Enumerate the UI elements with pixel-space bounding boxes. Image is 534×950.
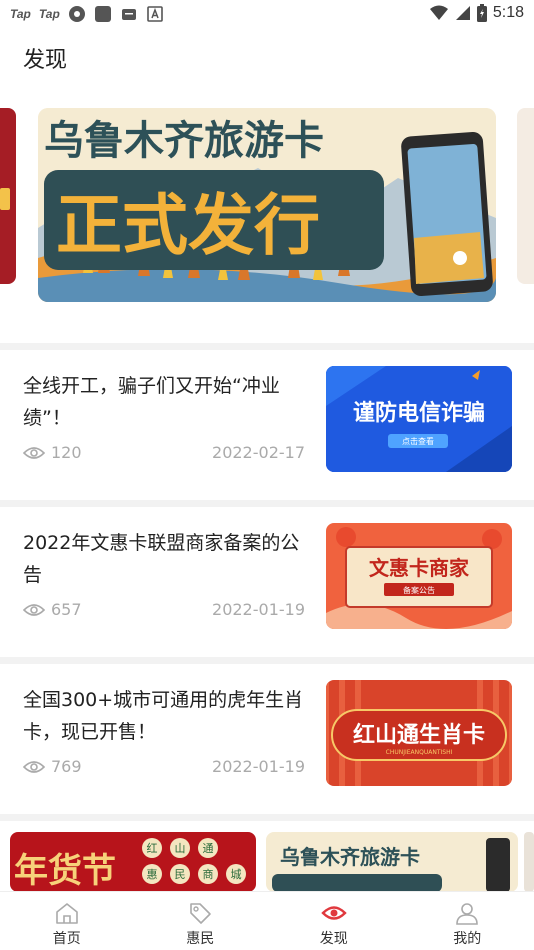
signal-icon (455, 6, 470, 20)
news-meta: 769 2022-01-19 (23, 757, 305, 779)
svg-text:山: 山 (175, 842, 186, 855)
svg-text:红: 红 (147, 842, 158, 855)
banner-artwork: 乌鲁木齐旅游卡 正式发行 (38, 108, 496, 302)
view-count: 120 (23, 443, 82, 462)
section-divider (0, 814, 534, 821)
taptap-icon: Tap (10, 7, 31, 21)
news-thumbnail[interactable]: 谨防电信诈骗 点击查看 (326, 366, 512, 472)
nav-label: 发现 (319, 931, 348, 947)
news-thumbnail[interactable]: 红山通生肖卡 CHUNJIEANQUANTISHI (326, 680, 512, 786)
news-meta: 120 2022-02-17 (23, 443, 305, 465)
tag-icon (190, 903, 212, 924)
promo-right-title: 乌鲁木齐旅游卡 (280, 845, 420, 869)
eye-icon (23, 603, 45, 616)
view-count-value: 657 (51, 600, 82, 619)
taptap-icon: Tap (38, 7, 60, 21)
thumbnail-art: 红山通生肖卡 CHUNJIEANQUANTISHI (326, 680, 512, 786)
news-item[interactable]: 全线开工，骗子们又开始“冲业绩”！ 120 2022-02-17 谨防电信诈骗 … (0, 350, 534, 500)
view-count-value: 120 (51, 443, 82, 462)
banner-title-line1: 乌鲁木齐旅游卡 (44, 118, 324, 164)
thumbnail-art: 谨防电信诈骗 点击查看 (326, 366, 512, 472)
promo-carousel[interactable]: 年货节 红 山 通 惠 民 商 城 乌鲁木齐旅游卡 (0, 830, 534, 892)
news-title[interactable]: 全国300+城市可通用的虎年生肖卡，现已开售！ (23, 684, 308, 748)
view-count: 769 (23, 757, 82, 776)
eye-icon (321, 906, 347, 920)
eye-icon (23, 760, 45, 773)
section-divider (0, 657, 534, 664)
home-icon (55, 903, 78, 924)
nav-label: 首页 (52, 931, 81, 947)
thumbnail-title: 文惠卡商家 (369, 556, 470, 580)
thumbnail-title: 谨防电信诈骗 (353, 400, 485, 426)
thumbnail-subtitle: CHUNJIEANQUANTISHI (386, 749, 453, 756)
page-title: 发现 (23, 48, 68, 73)
news-thumbnail[interactable]: 文惠卡商家 备案公告 (326, 523, 512, 629)
svg-text:城: 城 (231, 868, 242, 881)
banner-title-line2: 正式发行 (56, 187, 320, 264)
banner-carousel[interactable]: 乌鲁木齐旅游卡 正式发行 (0, 106, 534, 306)
thumbnail-art: 文惠卡商家 备案公告 (326, 523, 512, 629)
bottom-nav: 首页 惠民 发现 我的 (0, 891, 534, 950)
font-icon (146, 6, 163, 22)
nav-profile[interactable]: 我的 (401, 892, 534, 950)
news-date: 2022-01-19 (212, 757, 305, 776)
battery-icon (476, 4, 487, 22)
banner-slide[interactable]: 乌鲁木齐旅游卡 正式发行 (38, 108, 496, 302)
user-icon (456, 903, 479, 925)
svg-text:民: 民 (175, 868, 186, 881)
promo-left-title: 年货节 (14, 851, 116, 891)
promo-artwork: 年货节 红 山 通 惠 民 商 城 乌鲁木齐旅游卡 (10, 832, 534, 892)
svg-text:惠: 惠 (147, 867, 158, 881)
banner-next-peek[interactable] (517, 108, 534, 284)
svg-text:商: 商 (203, 867, 214, 881)
news-meta: 657 2022-01-19 (23, 600, 305, 622)
nav-benefits[interactable]: 惠民 (134, 892, 268, 950)
news-title[interactable]: 全线开工，骗子们又开始“冲业绩”！ (23, 370, 308, 434)
thumbnail-subtitle: 点击查看 (402, 436, 434, 446)
view-count: 657 (23, 600, 82, 619)
view-count-value: 769 (51, 757, 82, 776)
app-square-icon (94, 6, 111, 22)
mail-icon (121, 9, 136, 20)
news-item[interactable]: 2022年文惠卡联盟商家备案的公告 657 2022-01-19 文惠卡商家 备… (0, 507, 534, 657)
notification-icons: Tap Tap (10, 5, 164, 23)
nav-home[interactable]: 首页 (0, 892, 134, 950)
system-status: 5:18 (429, 4, 524, 22)
section-divider (0, 343, 534, 350)
banner-prev-peek[interactable] (0, 108, 16, 284)
news-date: 2022-02-17 (212, 443, 305, 462)
eye-icon (23, 446, 45, 459)
section-divider (0, 500, 534, 507)
news-title[interactable]: 2022年文惠卡联盟商家备案的公告 (23, 527, 308, 591)
wifi-icon (429, 5, 448, 20)
svg-text:通: 通 (203, 842, 214, 855)
news-date: 2022-01-19 (212, 600, 305, 619)
status-bar: Tap Tap 5:18 (0, 0, 534, 28)
nav-label: 我的 (453, 931, 482, 947)
nav-discover[interactable]: 发现 (267, 892, 401, 950)
aperture-icon (68, 6, 85, 22)
news-item[interactable]: 全国300+城市可通用的虎年生肖卡，现已开售！ 769 2022-01-19 红… (0, 664, 534, 814)
nav-label: 惠民 (186, 931, 215, 947)
thumbnail-title: 红山通生肖卡 (353, 722, 485, 748)
thumbnail-subtitle: 备案公告 (403, 585, 435, 595)
clock: 5:18 (492, 4, 524, 21)
